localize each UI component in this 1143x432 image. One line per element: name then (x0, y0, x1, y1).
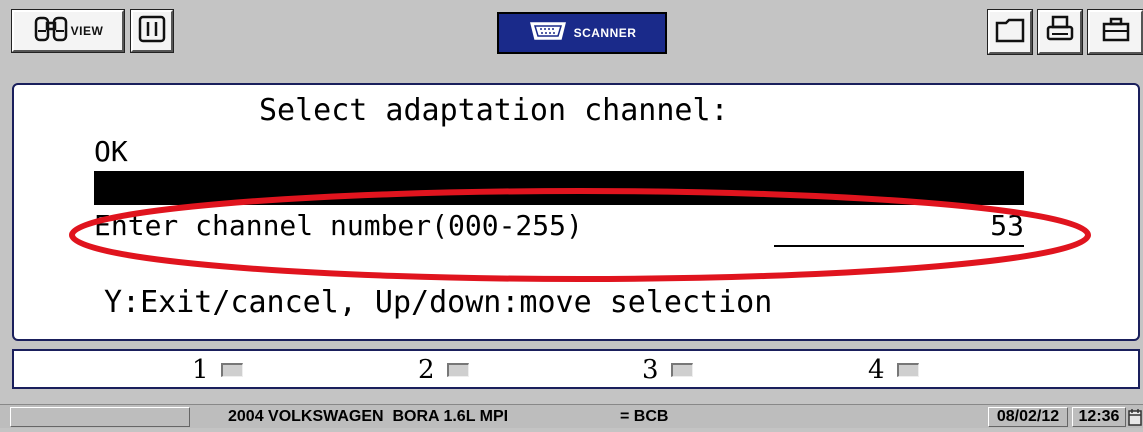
view-button[interactable]: VIEW (11, 9, 125, 53)
scanner-label: SCANNER (573, 26, 637, 40)
menu-item-ok[interactable]: OK (94, 135, 128, 168)
function-key-3[interactable]: 3 (642, 355, 693, 385)
function-key-2-led (446, 363, 469, 377)
scanner-button[interactable]: SCANNER (497, 12, 667, 54)
annotation-ellipse (69, 188, 1091, 282)
status-date: 08/02/12 (988, 407, 1068, 427)
toolbox-icon (1101, 16, 1131, 49)
view-label: VIEW (70, 24, 104, 38)
folder-button[interactable] (987, 9, 1033, 55)
pause-button[interactable] (130, 9, 174, 53)
function-key-4-led (896, 363, 919, 377)
toolbox-button[interactable] (1087, 9, 1143, 55)
binoculars-icon (33, 15, 69, 48)
calendar-icon (1128, 407, 1142, 432)
columns-icon (138, 15, 166, 48)
function-key-bar: 1 2 3 4 (12, 349, 1140, 389)
obd-connector-icon (528, 20, 568, 47)
print-button[interactable] (1037, 9, 1083, 55)
function-key-1[interactable]: 1 (192, 355, 243, 385)
printer-icon (1045, 15, 1075, 50)
function-key-2[interactable]: 2 (418, 355, 469, 385)
function-key-3-label: 3 (642, 355, 659, 385)
function-key-3-led (670, 363, 693, 377)
vehicle-info: 2004 VOLKSWAGEN BORA 1.6L MPI (228, 408, 509, 425)
folder-icon (995, 17, 1025, 48)
navigation-hint: Y:Exit/cancel, Up/down:move selection (104, 285, 773, 320)
screen-title: Select adaptation channel: (259, 93, 729, 128)
vehicle-code: = BCB (620, 408, 669, 425)
function-key-1-label: 1 (192, 355, 209, 385)
status-left-pad (10, 407, 190, 427)
function-key-4[interactable]: 4 (868, 355, 919, 385)
function-key-2-label: 2 (418, 355, 435, 385)
status-bar: 2004 VOLKSWAGEN BORA 1.6L MPI = BCB 08/0… (0, 404, 1143, 428)
function-key-1-led (220, 363, 243, 377)
function-key-4-label: 4 (868, 355, 885, 385)
status-time: 12:36 (1072, 407, 1126, 427)
